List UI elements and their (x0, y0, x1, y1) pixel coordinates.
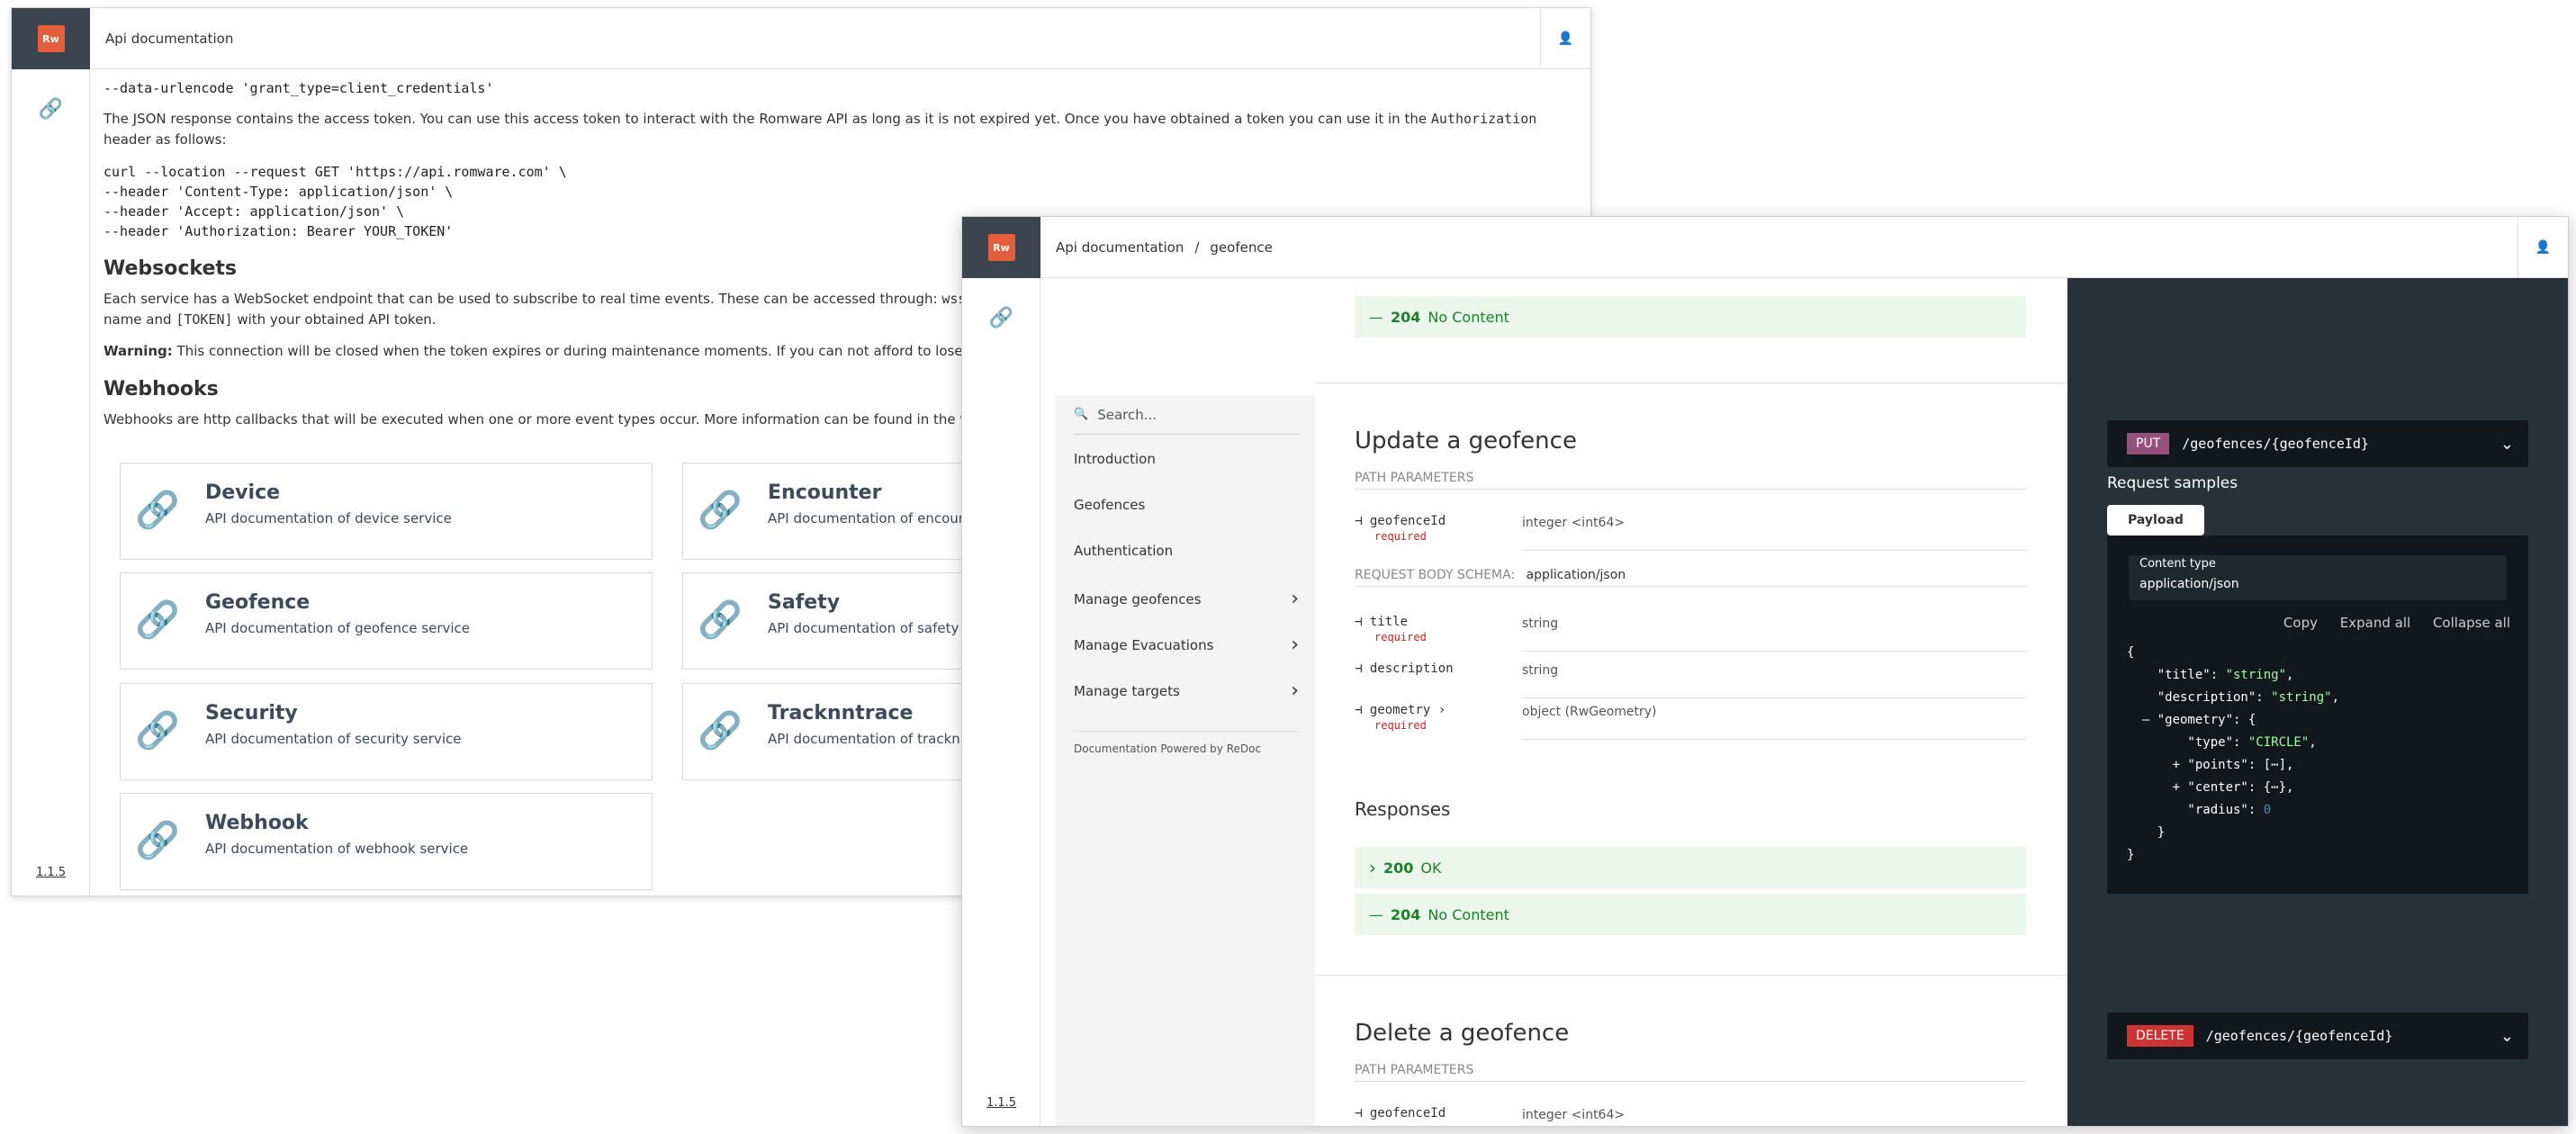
service-card-security[interactable]: 🔗 Security API documentation of security… (120, 683, 653, 780)
logo-mark: Rw (37, 25, 65, 52)
delete-geofence-heading: Delete a geofence (1355, 1020, 1570, 1047)
responses-heading: Responses (1355, 798, 1451, 820)
curl-line: curl --location --request GET 'https://a… (104, 163, 567, 180)
card-description: API documentation of device service (205, 510, 452, 526)
powered-by-redoc[interactable]: Documentation Powered by ReDoc (1074, 731, 1299, 755)
card-description: API documentation of safety ser (768, 620, 985, 636)
path-params-label: PATH PARAMETERS (1355, 1063, 2026, 1082)
card-title: Tracknntrace (768, 702, 914, 724)
chevron-right-icon: › (1291, 680, 1299, 702)
expand-all-button[interactable]: Expand all (2340, 615, 2410, 631)
service-card-geofence[interactable]: 🔗 Geofence API documentation of geofence… (120, 572, 653, 670)
logo[interactable]: Rw (12, 8, 90, 69)
link-icon: 🔗 (135, 820, 180, 861)
logo[interactable]: Rw (962, 217, 1040, 278)
logo-mark: Rw (987, 234, 1015, 261)
main-content: —204 No Content Update a geofence PATH PA… (1315, 278, 2067, 1126)
link-icon: 🔗 (698, 710, 743, 752)
card-title: Geofence (205, 591, 311, 614)
update-geofence-heading: Update a geofence (1355, 428, 1577, 454)
param-geofenceid: ⊣ geofenceId integer <int64> (1355, 1106, 2026, 1126)
menu-item-manage-targets[interactable]: Manage targets › (1074, 680, 1299, 702)
card-description: API documentation of security service (205, 731, 462, 747)
copy-button[interactable]: Copy (2283, 615, 2318, 631)
left-bar: Rw 🔗 1.1.5 (12, 8, 90, 896)
sample-tools: Copy Expand all Collapse all (2265, 615, 2510, 631)
samples-panel: PUT /geofences/{geofenceId} ⌄ Request sa… (2067, 278, 2568, 1126)
version-link[interactable]: 1.1.5 (962, 1096, 1040, 1110)
user-icon[interactable]: 👤 (1540, 8, 1590, 69)
chevron-down-icon: ⌄ (2499, 1026, 2514, 1046)
body-param-geometry[interactable]: ⊣ geometry › required object (RwGeometry… (1355, 703, 2026, 748)
topbar: Api documentation 👤 (91, 8, 1590, 69)
request-samples-title: Request samples (2107, 474, 2238, 492)
card-description: API documentation of geofence service (205, 620, 471, 636)
link-icon: 🔗 (135, 490, 180, 531)
topbar: Api documentation / geofence 👤 (1041, 217, 2568, 278)
link-icon[interactable]: 🔗 (12, 98, 90, 121)
request-sample: Content type application/json Copy Expan… (2107, 536, 2528, 894)
menu-item-introduction[interactable]: Introduction (1074, 451, 1299, 467)
chevron-down-icon: ⌄ (2499, 434, 2514, 454)
link-icon[interactable]: 🔗 (962, 307, 1040, 329)
card-description: API documentation of webhook service (205, 841, 469, 857)
menu-panel: 🔍 Search... Introduction Geofences Authe… (1056, 395, 1315, 1126)
menu-item-manage-evacuations[interactable]: Manage Evacuations › (1074, 634, 1299, 656)
card-title: Safety (768, 591, 841, 614)
link-icon: 🔗 (698, 599, 743, 641)
link-icon: 🔗 (698, 490, 743, 531)
front-window: Rw 🔗 1.1.5 Api documentation / geofence … (961, 216, 2569, 1127)
content-type-select[interactable]: Content type application/json (2129, 555, 2507, 600)
chevron-right-icon: › (1291, 588, 1299, 610)
token-paragraph: The JSON response contains the access to… (104, 111, 1537, 148)
body-param-description: ⊣ description string (1355, 662, 2026, 706)
breadcrumb-separator: / (1194, 238, 1200, 256)
search-placeholder: Search... (1097, 406, 1157, 423)
service-card-webhook[interactable]: 🔗 Webhook API documentation of webhook s… (120, 793, 653, 890)
page-title: Api documentation (105, 30, 234, 47)
card-title: Security (205, 702, 298, 724)
version-link[interactable]: 1.1.5 (12, 866, 90, 879)
side-menu: 🔍 Search... Introduction Geofences Authe… (1041, 278, 1315, 1126)
response-204-top[interactable]: —204 No Content (1355, 296, 2026, 338)
divider (1315, 382, 2067, 383)
method-badge: DELETE (2127, 1025, 2193, 1047)
endpoint-path: /geofences/{geofenceId} (2205, 1028, 2393, 1044)
divider (1315, 975, 2067, 976)
put-endpoint[interactable]: PUT /geofences/{geofenceId} ⌄ (2107, 420, 2528, 467)
body-param-title: ⊣ title required string (1355, 615, 2026, 660)
chevron-right-icon: › (1369, 857, 1376, 878)
path-params-label: PATH PARAMETERS (1355, 471, 2026, 490)
code-line: --data-urlencode 'grant_type=client_cred… (104, 80, 494, 96)
breadcrumb-root[interactable]: Api documentation (1056, 239, 1184, 256)
response-200[interactable]: › 200 OK (1355, 847, 2026, 888)
search-icon: 🔍 (1074, 408, 1089, 421)
response-204[interactable]: —204 No Content (1355, 894, 2026, 935)
card-title: Encounter (768, 482, 882, 504)
menu-item-manage-geofences[interactable]: Manage geofences › (1074, 588, 1299, 610)
card-title: Device (205, 482, 281, 504)
menu-item-geofences[interactable]: Geofences (1074, 497, 1299, 513)
left-bar: Rw 🔗 1.1.5 (962, 217, 1040, 1126)
payload-tab[interactable]: Payload (2107, 505, 2204, 536)
json-sample: { "title": "string", "description": "str… (2127, 645, 2340, 862)
chevron-right-icon: › (1291, 634, 1299, 656)
card-description: API documentation of encounter (768, 510, 986, 526)
user-icon[interactable]: 👤 (2517, 217, 2568, 278)
delete-endpoint[interactable]: DELETE /geofences/{geofenceId} ⌄ (2107, 1012, 2528, 1059)
endpoint-path: /geofences/{geofenceId} (2182, 436, 2369, 452)
search-input[interactable]: 🔍 Search... (1074, 395, 1299, 435)
param-geofenceid: ⊣ geofenceId required integer <int64> (1355, 514, 2026, 559)
service-card-device[interactable]: 🔗 Device API documentation of device ser… (120, 463, 653, 560)
link-icon: 🔗 (135, 710, 180, 752)
collapse-all-button[interactable]: Collapse all (2433, 615, 2510, 631)
link-icon: 🔗 (135, 599, 180, 641)
breadcrumb-current: geofence (1210, 238, 1273, 256)
menu-item-authentication[interactable]: Authentication (1074, 543, 1299, 559)
card-title: Webhook (205, 812, 309, 834)
request-body-schema-label: REQUEST BODY SCHEMA: application/json (1355, 568, 2026, 587)
method-badge: PUT (2127, 433, 2170, 454)
curl-line: --header 'Content-Type: application/json… (104, 183, 454, 200)
